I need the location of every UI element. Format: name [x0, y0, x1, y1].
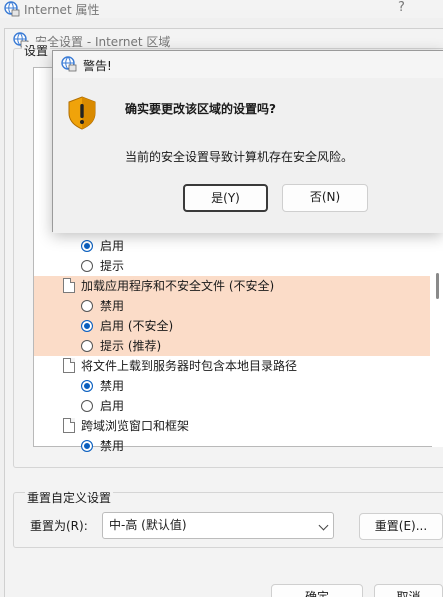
radio-selected[interactable]	[81, 320, 93, 332]
radio-unselected[interactable]	[81, 400, 93, 412]
ok-button[interactable]: 确定	[271, 584, 363, 597]
warning-dialog-titlebar: 警告!	[53, 51, 443, 78]
settings-option[interactable]: 禁用	[34, 436, 430, 456]
setting-document-icon	[63, 418, 75, 433]
settings-option[interactable]: 提示	[34, 256, 430, 276]
settings-category: 将文件上载到服务器时包含本地目录路径	[34, 356, 430, 376]
settings-option[interactable]: 禁用	[34, 296, 430, 316]
settings-option[interactable]: 启用 (不安全)	[34, 316, 430, 336]
settings-row-label: 提示 (推荐)	[100, 339, 162, 353]
reset-button[interactable]: 重置(E)...	[359, 513, 443, 540]
settings-row-label: 禁用	[100, 439, 125, 453]
settings-row-label: 禁用	[100, 379, 125, 393]
warning-dialog-body: 确实要更改该区域的设置吗? 当前的安全设置导致计算机存在安全风险。 是(Y) 否…	[53, 78, 443, 233]
settings-row-label: 启用	[100, 399, 125, 413]
yes-button[interactable]: 是(Y)	[183, 184, 268, 212]
radio-unselected[interactable]	[81, 340, 93, 352]
security-level-select[interactable]: 中-高 (默认值)	[102, 512, 334, 539]
settings-category: 跨域浏览窗口和框架	[34, 416, 430, 436]
settings-row-label: 加载应用程序和不安全文件 (不安全)	[81, 279, 275, 293]
setting-document-icon	[63, 278, 75, 293]
scroll-thumb[interactable]	[436, 273, 439, 299]
radio-selected[interactable]	[81, 240, 93, 252]
cancel-button[interactable]: 取消	[374, 584, 443, 597]
outer-window-title: Internet 属性	[24, 3, 100, 17]
help-button[interactable]: ?	[398, 0, 405, 15]
security-level-value: 中-高 (默认值)	[109, 518, 187, 532]
internet-options-icon	[4, 1, 20, 17]
settings-option[interactable]: 禁用	[34, 376, 430, 396]
settings-option[interactable]: 启用	[34, 236, 430, 256]
no-button[interactable]: 否(N)	[282, 184, 368, 212]
settings-option[interactable]: 启用	[34, 396, 430, 416]
settings-row-label: 跨域浏览窗口和框架	[81, 419, 190, 433]
warning-dialog: 警告! 确实要更改该区域的设置吗? 当前的安全设置导致计算机存在安全风险。 是(…	[52, 50, 443, 233]
settings-row-label: 提示	[100, 259, 125, 273]
warning-question: 确实要更改该区域的设置吗?	[125, 102, 276, 116]
settings-category: 加载应用程序和不安全文件 (不安全)	[34, 276, 430, 296]
settings-row-label: 将文件上载到服务器时包含本地目录路径	[81, 359, 298, 373]
settings-option[interactable]: 提示 (推荐)	[34, 336, 430, 356]
internet-options-icon	[61, 56, 77, 72]
settings-row-label: 启用 (不安全)	[100, 319, 174, 333]
reset-group-label: 重置自定义设置	[25, 489, 114, 506]
radio-selected[interactable]	[81, 440, 93, 452]
reset-to-label: 重置为(R):	[30, 519, 88, 533]
radio-selected[interactable]	[81, 380, 93, 392]
warning-dialog-title: 警告!	[83, 59, 112, 73]
settings-row-label: 禁用	[100, 299, 125, 313]
settings-group-label: 设置	[22, 42, 51, 59]
shield-warning-icon	[68, 96, 96, 130]
radio-unselected[interactable]	[81, 260, 93, 272]
warning-message: 当前的安全设置导致计算机存在安全风险。	[125, 150, 354, 164]
outer-titlebar: Internet 属性 ?	[0, 0, 443, 18]
settings-row-label: 启用	[100, 239, 125, 253]
radio-unselected[interactable]	[81, 300, 93, 312]
setting-document-icon	[63, 358, 75, 373]
chevron-down-icon	[318, 520, 329, 531]
